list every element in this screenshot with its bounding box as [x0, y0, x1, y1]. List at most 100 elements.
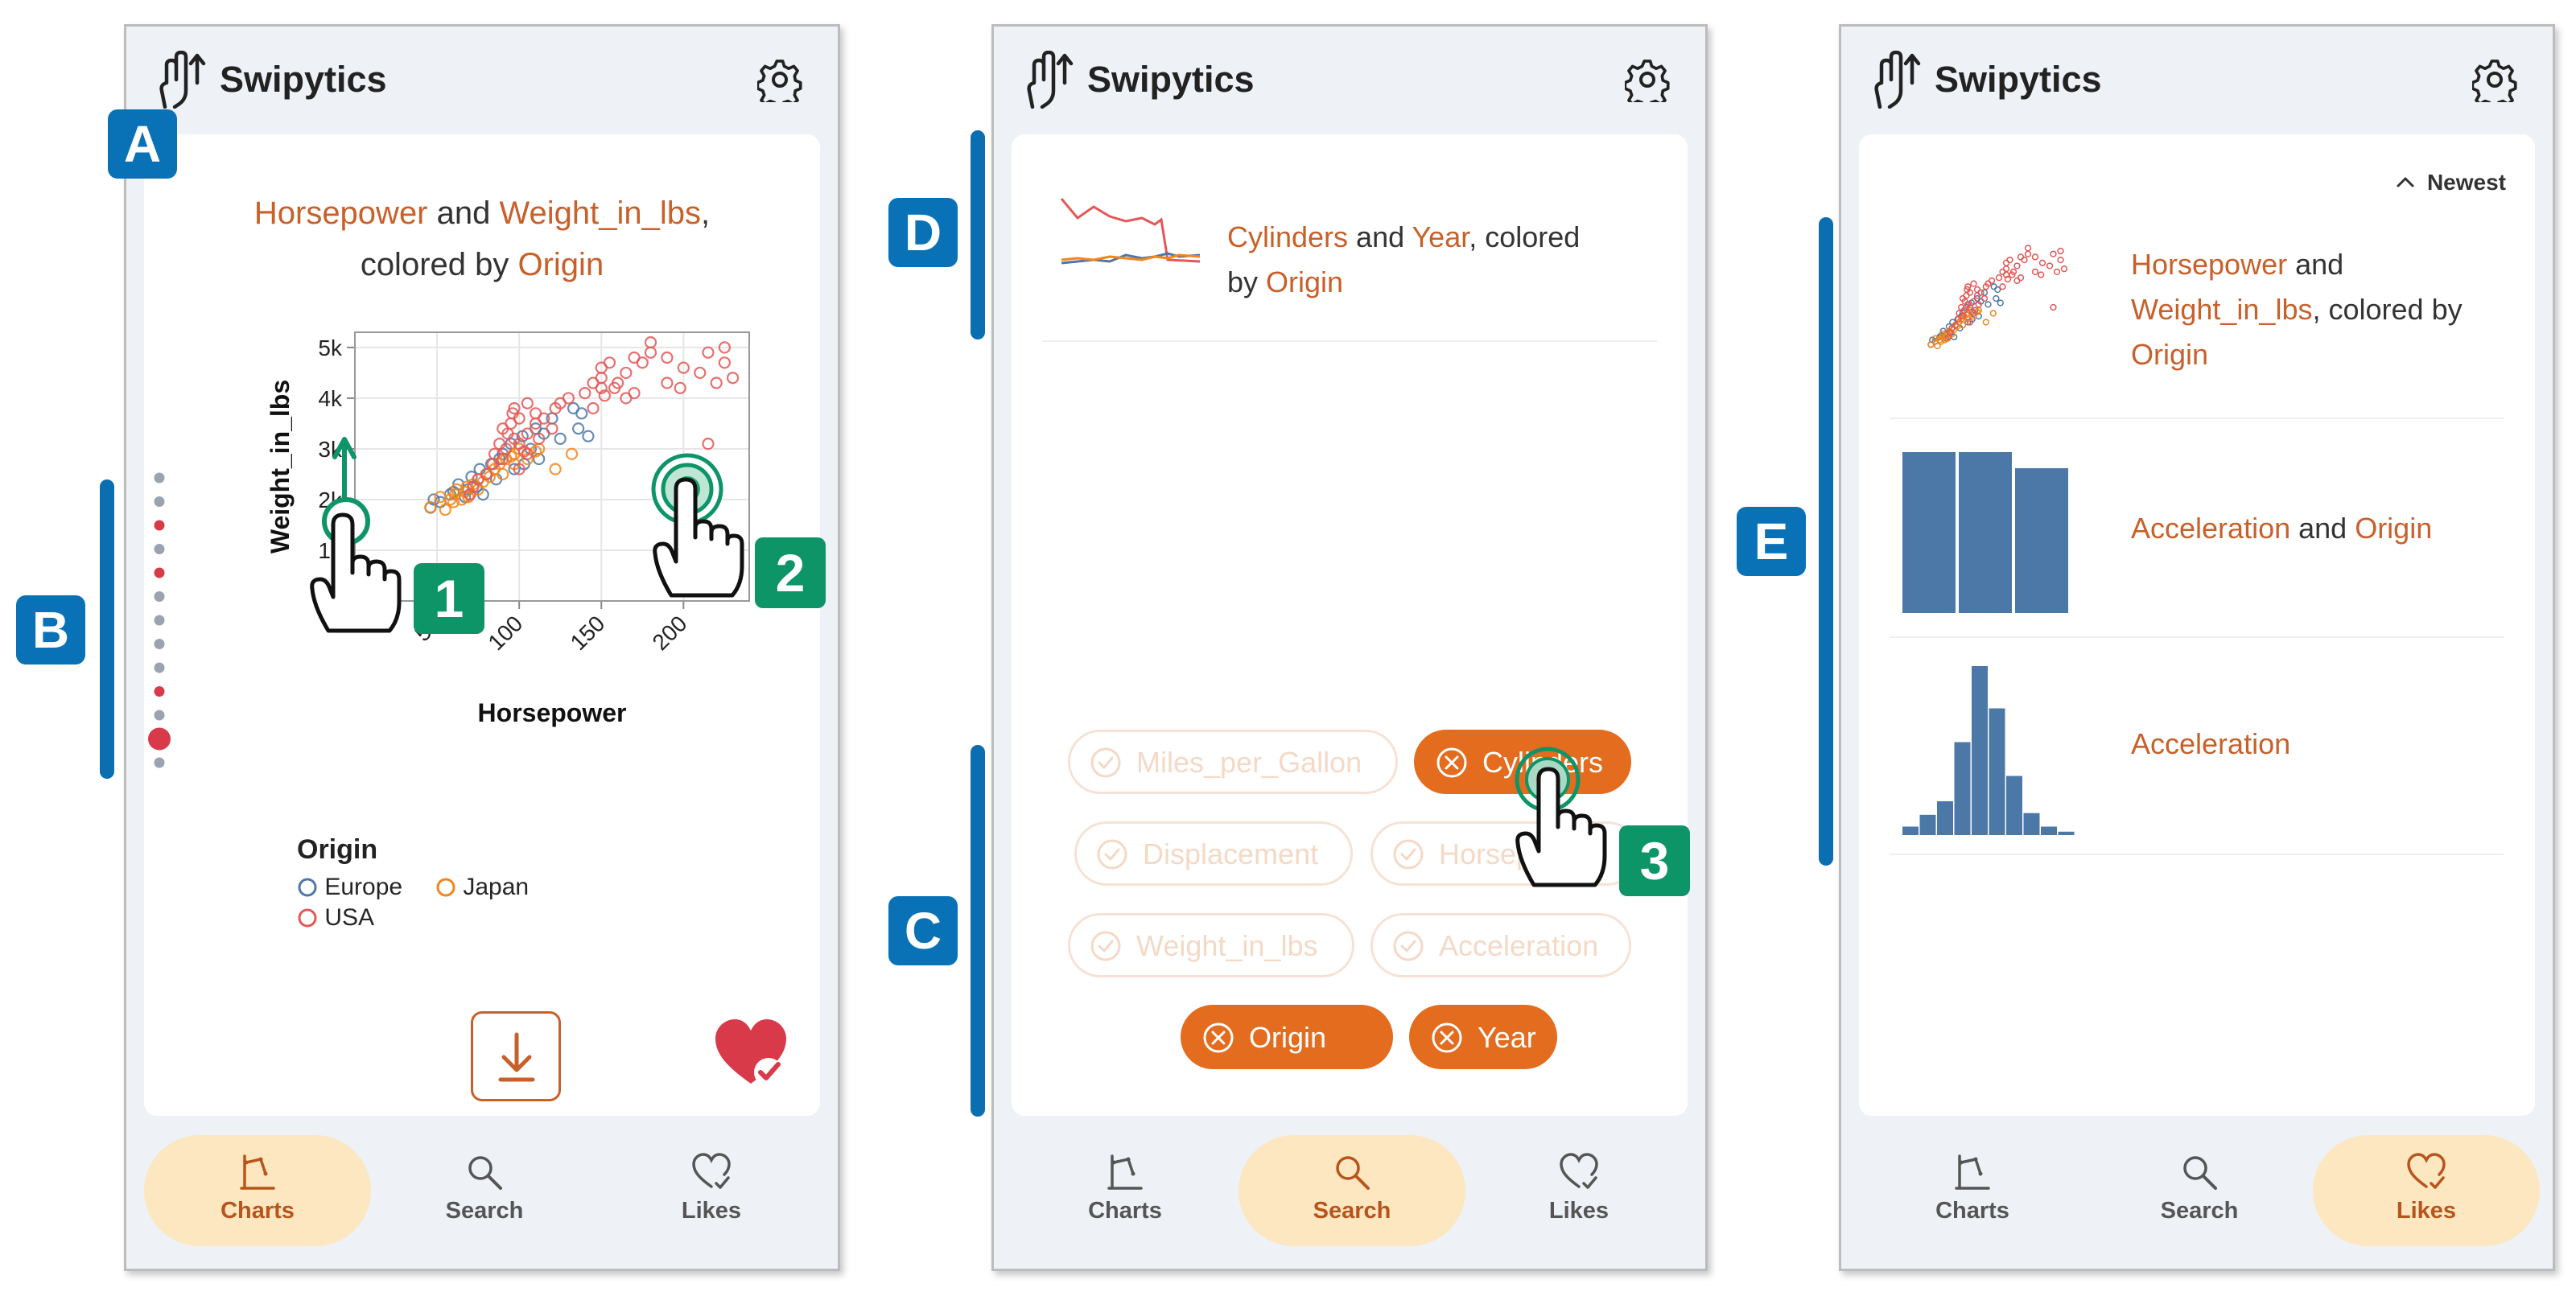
gesture-badge-3: 3: [1619, 825, 1690, 896]
data-point: [603, 356, 616, 369]
liked-item[interactable]: Horsepower and Weight_in_lbs, colored by…: [1890, 215, 2504, 419]
tab-search[interactable]: Search: [2086, 1135, 2313, 1246]
data-point: [644, 346, 657, 359]
marker-e: E: [1737, 507, 1806, 576]
tab-charts[interactable]: Charts: [1859, 1135, 2086, 1246]
download-button[interactable]: [471, 1011, 561, 1101]
legend-label-usa: USA: [324, 904, 375, 931]
title-colored-by: , colored by: [2312, 293, 2463, 326]
pointing-hand-icon: [653, 477, 744, 598]
field-pill-displacement[interactable]: Displacement: [1074, 821, 1353, 886]
liked-item[interactable]: Acceleration and Origin: [1890, 419, 2504, 638]
thumb-point: [2024, 250, 2032, 257]
thumb-point: [1999, 283, 2006, 290]
gear-icon[interactable]: [1625, 57, 1670, 102]
pill-label: Weight_in_lbs: [1136, 929, 1318, 962]
remove-circle-icon: [1436, 747, 1467, 778]
remove-circle-icon: [1432, 1022, 1462, 1053]
tab-likes[interactable]: Likes: [1465, 1135, 1692, 1246]
pill-label: Miles_per_Gallon: [1136, 746, 1362, 779]
swipe-dot-seen: [154, 710, 165, 721]
marker-d: D: [888, 198, 958, 267]
thumb-point: [2031, 253, 2039, 261]
legend: Origin Europe Japan USA: [297, 834, 554, 938]
swipe-dot-seen: [154, 757, 165, 768]
title-field-2: Weight_in_lbs: [499, 195, 702, 231]
check-circle-icon: [1090, 747, 1121, 778]
title-and: and: [427, 195, 500, 231]
thumb-point: [2053, 268, 2061, 275]
thumb-point: [2017, 274, 2025, 282]
pointing-hand-icon: [1515, 767, 1607, 887]
data-point: [718, 356, 731, 369]
field-pill-weight-in-lbs[interactable]: Weight_in_lbs: [1068, 913, 1354, 977]
field-pill-miles-per-gallon[interactable]: Miles_per_Gallon: [1068, 730, 1398, 794]
liked-item[interactable]: Acceleration: [1890, 638, 2504, 855]
title-field-1: Acceleration: [2131, 727, 2291, 760]
gear-icon[interactable]: [2472, 57, 2517, 102]
tab-likes-label: Likes: [681, 1198, 742, 1224]
title-field-3: Origin: [517, 247, 604, 282]
title-field-3: Origin: [2131, 338, 2209, 371]
thumb-point: [1963, 292, 1970, 299]
pill-label: Origin: [1249, 1021, 1327, 1054]
bottom-nav: Charts Search Likes: [994, 1116, 1705, 1269]
search-result-item[interactable]: Cylinders and Year, colored by Origin: [1042, 150, 1657, 342]
chart-icon: [1107, 1154, 1143, 1190]
marker-d-bracket: [971, 130, 985, 339]
thumb-point: [2046, 262, 2054, 270]
gesture-badge-2: 2: [755, 537, 826, 608]
tab-likes[interactable]: Likes: [598, 1135, 825, 1246]
tab-charts[interactable]: Charts: [1012, 1135, 1239, 1246]
thumb-point: [2017, 253, 2025, 261]
legend-swatch-japan: [436, 878, 455, 897]
field-pill-acceleration[interactable]: Acceleration: [1370, 913, 1631, 977]
search-icon: [2183, 1156, 2217, 1190]
tab-search[interactable]: Search: [371, 1135, 598, 1246]
data-point: [702, 438, 715, 451]
thumb-point: [1999, 268, 2006, 275]
legend-title: Origin: [297, 834, 378, 865]
data-point: [546, 422, 558, 435]
thumb-point: [2050, 250, 2057, 257]
likes-screen: Swipytics Newest Horsepower and Weight_i…: [1839, 24, 2555, 1271]
charts-screen: Swipytics Horsepower and Weight_in_lbs, …: [124, 24, 840, 1271]
thumb-point: [1997, 299, 2004, 307]
liked-heart-icon[interactable]: [712, 1014, 789, 1092]
bar-thumbnail: [1902, 452, 2068, 613]
title-by: by: [1227, 265, 1267, 298]
title-and: and: [2290, 512, 2355, 545]
tab-likes-label: Likes: [1548, 1198, 1609, 1224]
field-pill-origin[interactable]: Origin: [1181, 1005, 1393, 1069]
data-point: [572, 422, 585, 435]
x-tick-label: 150: [566, 611, 610, 655]
tab-search[interactable]: Search: [1239, 1135, 1465, 1246]
thumb-point: [1990, 283, 1997, 290]
line-chart-thumbnail: [1060, 198, 1200, 265]
download-icon: [498, 1032, 535, 1082]
thumb-point: [2038, 271, 2045, 278]
search-screen: Swipytics Cylinders and Year, colored by…: [991, 24, 1708, 1271]
marker-e-bracket: [1819, 217, 1833, 866]
thumb-hist-bin: [1902, 826, 1919, 835]
title-field-1: Horsepower: [253, 195, 428, 231]
data-point: [575, 407, 588, 420]
tab-charts[interactable]: Charts: [144, 1135, 371, 1246]
legend-label-europe: Europe: [324, 874, 403, 900]
tab-likes[interactable]: Likes: [2313, 1135, 2540, 1246]
title-and: and: [1348, 220, 1412, 253]
field-pill-year[interactable]: Year: [1409, 1005, 1557, 1069]
swipe-dot-seen: [154, 472, 165, 483]
thumb-point: [1980, 294, 1989, 302]
app-header: Swipytics: [1841, 27, 2553, 134]
data-point: [628, 387, 641, 400]
title-field-3: Origin: [1266, 265, 1344, 298]
data-point: [702, 346, 715, 359]
gear-icon[interactable]: [757, 57, 802, 102]
swipe-dot-seen: [154, 662, 165, 673]
tab-charts-label: Charts: [221, 1198, 295, 1224]
swipe-hand-icon: [159, 51, 206, 109]
data-point: [587, 401, 600, 415]
check-circle-icon: [1090, 931, 1121, 961]
sort-toggle[interactable]: Newest: [2395, 170, 2506, 195]
